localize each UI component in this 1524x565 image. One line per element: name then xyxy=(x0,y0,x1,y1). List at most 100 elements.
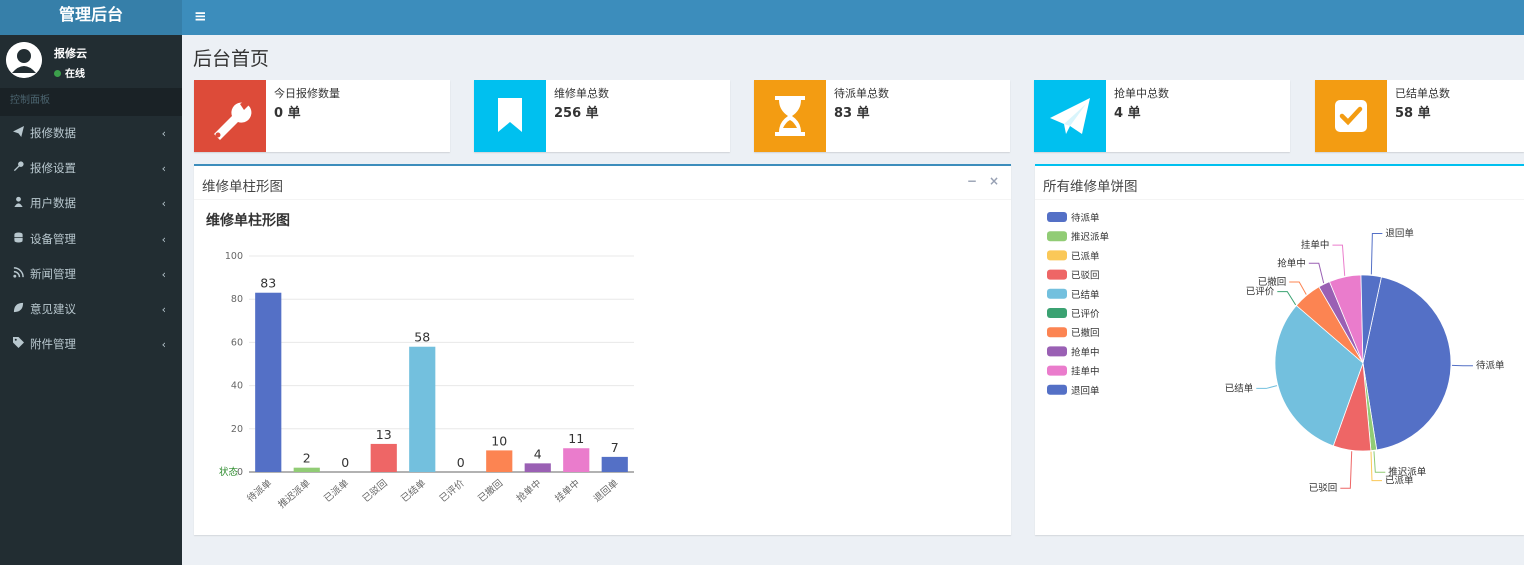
legend-label: 已驳回 xyxy=(1071,271,1100,282)
pie-label: 抢单中 xyxy=(1277,257,1306,269)
legend-label: 已派单 xyxy=(1071,250,1100,262)
sidebar-menu: 报修数据 ‹ 报修设置 ‹ 用户数据 ‹ 设备管理 ‹ 新闻管理 ‹ 意见建议 … xyxy=(0,116,182,362)
page-title: 后台首页 xyxy=(193,48,270,70)
paper-plane-icon xyxy=(11,116,25,151)
legend-label: 已结单 xyxy=(1071,289,1100,301)
rss-icon xyxy=(11,257,25,292)
user-status-text: 在线 xyxy=(65,69,85,80)
pie-label: 挂单中 xyxy=(1301,239,1330,251)
sidebar-item-repair-data[interactable]: 报修数据 ‹ xyxy=(0,116,182,151)
legend-swatch xyxy=(1047,212,1067,222)
user-status: 在线 xyxy=(54,65,85,80)
bar-chart: 维修单柱形图 0 20 40 60 80 100 状态 83 待派单 2 推迟派单 0 已派单 13 已驳回 5… xyxy=(206,212,634,511)
legend-swatch xyxy=(1047,308,1067,318)
sidebar-item-label: 报修设置 xyxy=(30,161,76,176)
stat-label: 已结单总数 xyxy=(1395,87,1450,100)
tags-icon xyxy=(11,327,25,362)
legend-swatch xyxy=(1047,250,1067,261)
data-label: 0 xyxy=(457,455,465,470)
pie-label: 已评价 xyxy=(1246,287,1275,298)
wrench-icon xyxy=(11,151,25,186)
chevron-left-icon: ‹ xyxy=(161,302,166,316)
label-line xyxy=(1256,385,1278,389)
close-icon[interactable]: × xyxy=(989,174,999,188)
pie-label: 退回单 xyxy=(1385,227,1414,239)
legend-swatch xyxy=(1047,346,1067,357)
label-line xyxy=(1373,451,1386,473)
legend-label: 待派单 xyxy=(1071,212,1100,224)
y-tick-label: 60 xyxy=(231,337,243,348)
pie-label: 已撤回 xyxy=(1258,276,1287,288)
legend-swatch xyxy=(1047,327,1067,338)
sidebar-item-label: 设备管理 xyxy=(30,231,76,246)
user-name: 报修云 xyxy=(54,47,87,60)
stat-box-grabbing: 抢单中总数 4 单 xyxy=(1034,80,1290,152)
sidebar-item-user-data[interactable]: 用户数据 ‹ xyxy=(0,186,182,221)
data-label: 11 xyxy=(568,431,584,446)
sidebar-item-feedback[interactable]: 意见建议 ‹ xyxy=(0,292,182,327)
bar-chart-box: 维修单柱形图 − × 维修单柱形图 0 20 40 60 80 100 状态 83 待派单 2 推迟派单… xyxy=(194,164,1011,535)
label-line xyxy=(1340,451,1353,489)
box-header: 维修单柱形图 − × xyxy=(194,166,1011,200)
pie-chart-box: 所有维修单饼图 待派单 推迟派单 已派单 已驳回 已结单 已评价 已撤回 抢单中 挂单中 退回单待… xyxy=(1035,164,1524,535)
sidebar-item-label: 用户数据 xyxy=(30,196,76,211)
legend-swatch xyxy=(1047,288,1067,299)
label-line xyxy=(1370,451,1382,482)
avatar xyxy=(6,42,42,78)
legend-swatch xyxy=(1047,269,1067,280)
x-tick-label: 抢单中 xyxy=(514,477,544,505)
x-tick-label: 挂单中 xyxy=(553,477,583,505)
legend-label: 挂单中 xyxy=(1071,366,1100,378)
x-tick-label: 已结单 xyxy=(399,477,429,505)
wrench-icon xyxy=(194,80,266,152)
bar xyxy=(409,346,436,472)
sidebar-item-news-management[interactable]: 新闻管理 ‹ xyxy=(0,257,182,292)
sidebar-item-label: 意见建议 xyxy=(30,301,76,316)
paper-plane-icon xyxy=(1034,80,1106,152)
data-label: 2 xyxy=(303,451,311,466)
legend-swatch xyxy=(1047,231,1067,242)
legend-swatch xyxy=(1047,365,1067,376)
database-icon xyxy=(11,222,25,257)
minus-icon[interactable]: − xyxy=(967,174,977,188)
chevron-left-icon: ‹ xyxy=(161,197,166,211)
chevron-left-icon: ‹ xyxy=(161,338,166,352)
label-line xyxy=(1370,232,1383,275)
app-logo[interactable]: 管理后台 xyxy=(0,0,182,35)
bar xyxy=(370,443,397,472)
legend-label: 已撤回 xyxy=(1071,327,1100,339)
sidebar-item-label: 报修数据 xyxy=(30,126,76,140)
chevron-left-icon: ‹ xyxy=(161,267,166,281)
x-tick-label: 推迟派单 xyxy=(276,477,313,511)
bar xyxy=(601,456,628,472)
label-line xyxy=(1277,291,1297,306)
legend-label: 退回单 xyxy=(1071,385,1100,397)
check-square-icon xyxy=(1315,80,1387,152)
hourglass-icon xyxy=(754,80,826,152)
chevron-left-icon: ‹ xyxy=(161,232,166,246)
hamburger-icon[interactable]: ≡ xyxy=(194,7,207,25)
x-tick-label: 待派单 xyxy=(245,477,275,505)
box-title: 所有维修单饼图 xyxy=(1043,179,1138,195)
stat-value: 83 单 xyxy=(834,106,870,121)
stat-value: 0 单 xyxy=(274,106,301,121)
legend-swatch xyxy=(1047,384,1067,395)
chart-title: 维修单柱形图 xyxy=(206,212,290,229)
y-tick-label: 100 xyxy=(225,251,243,262)
x-tick-label: 已派单 xyxy=(322,477,352,505)
chevron-left-icon: ‹ xyxy=(161,162,166,176)
stat-label: 维修单总数 xyxy=(554,87,609,100)
legend-label: 已评价 xyxy=(1071,309,1100,320)
sidebar-item-device-management[interactable]: 设备管理 ‹ xyxy=(0,222,182,257)
stat-box-total-orders: 维修单总数 256 单 xyxy=(474,80,730,152)
data-label: 7 xyxy=(611,440,619,455)
box-title: 维修单柱形图 xyxy=(202,179,283,195)
legend-label: 抢单中 xyxy=(1071,346,1100,358)
sidebar-item-attachments[interactable]: 附件管理 ‹ xyxy=(0,327,182,362)
data-label: 0 xyxy=(341,455,349,470)
label-line xyxy=(1289,281,1307,295)
sidebar-item-label: 附件管理 xyxy=(30,337,76,352)
sidebar-item-repair-settings[interactable]: 报修设置 ‹ xyxy=(0,151,182,186)
label-line xyxy=(1308,262,1325,284)
user-icon xyxy=(11,186,25,221)
